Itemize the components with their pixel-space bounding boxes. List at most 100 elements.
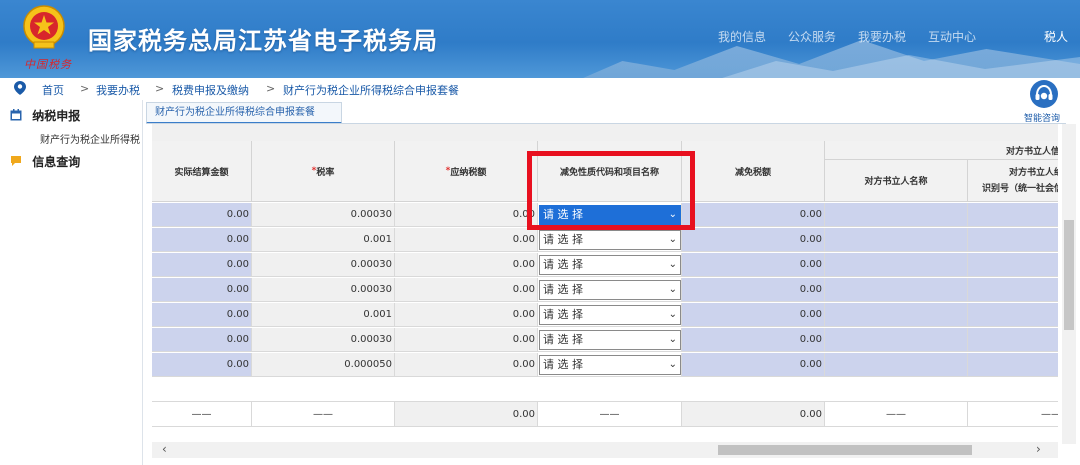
header-counterparty-name: 对方书立人名称 bbox=[825, 160, 968, 202]
rate-cell: 0.00030 bbox=[252, 328, 395, 352]
sidebar-subitem-property-tax[interactable]: 财产行为税企业所得税 bbox=[40, 131, 140, 146]
counterparty-name-cell[interactable] bbox=[825, 328, 968, 352]
header-payable-tax: * 应纳税额 bbox=[395, 141, 538, 202]
horizontal-scrollbar[interactable]: ‹ › bbox=[152, 442, 1058, 458]
scrollbar-thumb[interactable] bbox=[718, 445, 972, 455]
select-value: 请 选 择 bbox=[543, 308, 583, 321]
rate-cell: 0.00030 bbox=[252, 253, 395, 277]
counterparty-name-cell[interactable] bbox=[825, 303, 968, 327]
scrollbar-thumb[interactable] bbox=[1064, 220, 1074, 330]
chevron-down-icon: ⌄ bbox=[668, 284, 677, 295]
table-row: 0.00 0.001 0.00 请 选 择 ⌄ 0.00 bbox=[152, 303, 1058, 327]
rate-cell: 0.000050 bbox=[252, 353, 395, 377]
sidebar-item-info-query[interactable]: 信息查询 bbox=[10, 153, 80, 170]
scroll-left-icon[interactable]: ‹ bbox=[162, 442, 167, 456]
breadcrumb-declaration[interactable]: 税费申报及缴纳 bbox=[172, 82, 249, 98]
counterparty-name-cell[interactable] bbox=[825, 278, 968, 302]
exemption-code-select[interactable]: 请 选 择 ⌄ bbox=[539, 330, 681, 350]
select-value: 请 选 择 bbox=[543, 358, 583, 371]
exemption-code-select[interactable]: 请 选 择 ⌄ bbox=[539, 280, 681, 300]
select-value: 请 选 择 bbox=[543, 333, 583, 346]
sidebar: 纳税申报 财产行为税企业所得税 信息查询 bbox=[0, 100, 143, 465]
exemption-code-select[interactable]: 请 选 择 ⌄ bbox=[539, 255, 681, 275]
counterparty-name-cell[interactable] bbox=[825, 203, 968, 227]
counterparty-id-cell[interactable] bbox=[968, 353, 1058, 377]
exemption-amount-cell[interactable]: 0.00 bbox=[682, 278, 825, 302]
header-label: 税率 bbox=[316, 167, 335, 178]
chevron-down-icon: ⌄ bbox=[668, 309, 677, 320]
nav-my-info[interactable]: 我的信息 bbox=[718, 28, 766, 45]
header-settlement-amount: 实际结算金额 bbox=[152, 141, 252, 202]
tax-emblem-icon bbox=[23, 5, 65, 49]
counterparty-id-cell[interactable] bbox=[968, 303, 1058, 327]
payable-cell: 0.00 bbox=[395, 278, 538, 302]
banner-motto: 中国税务 bbox=[24, 58, 72, 71]
exemption-amount-cell[interactable]: 0.00 bbox=[682, 203, 825, 227]
breadcrumb-current: 财产行为税企业所得税综合申报套餐 bbox=[283, 84, 459, 97]
scroll-right-icon[interactable]: › bbox=[1036, 442, 1041, 456]
amount-cell[interactable]: 0.00 bbox=[152, 203, 252, 227]
breadcrumb-home[interactable]: 首页 bbox=[42, 82, 64, 98]
counterparty-id-cell[interactable] bbox=[968, 278, 1058, 302]
smart-consult-button[interactable]: 智能咨询 bbox=[1020, 80, 1070, 126]
chevron-down-icon: ⌄ bbox=[668, 359, 677, 370]
nav-do-tax[interactable]: 我要办税 bbox=[858, 28, 906, 45]
table-row: 0.00 0.00030 0.00 请 选 择 ⌄ 0.00 bbox=[152, 253, 1058, 277]
smart-consult-label: 智能咨询 bbox=[1024, 114, 1061, 124]
vertical-scrollbar[interactable] bbox=[1062, 124, 1076, 444]
total-rate-dash: —— bbox=[252, 401, 395, 427]
select-value: 请 选 择 bbox=[543, 283, 583, 296]
table-row: 0.00 0.000050 0.00 请 选 择 ⌄ 0.00 bbox=[152, 353, 1058, 377]
user-label[interactable]: 税人 bbox=[1044, 28, 1068, 45]
chevron-down-icon: ⌄ bbox=[668, 259, 677, 270]
amount-cell[interactable]: 0.00 bbox=[152, 328, 252, 352]
exemption-amount-cell[interactable]: 0.00 bbox=[682, 353, 825, 377]
select-value: 请 选 择 bbox=[543, 258, 583, 271]
breadcrumb-separator: > bbox=[80, 82, 90, 95]
total-exemption-code-dash: —— bbox=[538, 401, 682, 427]
exemption-code-select[interactable]: 请 选 择 ⌄ bbox=[539, 355, 681, 375]
exemption-amount-cell[interactable]: 0.00 bbox=[682, 228, 825, 252]
amount-cell[interactable]: 0.00 bbox=[152, 303, 252, 327]
counterparty-name-cell[interactable] bbox=[825, 228, 968, 252]
amount-cell[interactable]: 0.00 bbox=[152, 353, 252, 377]
exemption-amount-cell[interactable]: 0.00 bbox=[682, 253, 825, 277]
nav-public-service[interactable]: 公众服务 bbox=[788, 28, 836, 45]
table-row: 0.00 0.00030 0.00 请 选 择 ⌄ 0.00 bbox=[152, 278, 1058, 302]
nav-interaction[interactable]: 互动中心 bbox=[928, 28, 976, 45]
amount-cell[interactable]: 0.00 bbox=[152, 228, 252, 252]
total-payable: 0.00 bbox=[395, 401, 538, 427]
exemption-code-select[interactable]: 请 选 择 ⌄ bbox=[539, 230, 681, 250]
header-label: 对方书立人信 bbox=[1005, 146, 1058, 157]
chevron-down-icon: ⌄ bbox=[668, 334, 677, 345]
total-amount-dash: —— bbox=[152, 401, 252, 427]
header-label: 应纳税额 bbox=[450, 167, 487, 178]
amount-cell[interactable]: 0.00 bbox=[152, 278, 252, 302]
amount-cell[interactable]: 0.00 bbox=[152, 253, 252, 277]
chat-icon bbox=[11, 156, 21, 166]
site-banner: 中国税务 国家税务总局江苏省电子税务局 我的信息 公众服务 我要办税 互动中心 … bbox=[0, 0, 1080, 78]
counterparty-id-cell[interactable] bbox=[968, 328, 1058, 352]
header-tax-rate: * 税率 bbox=[252, 141, 395, 202]
counterparty-id-cell[interactable] bbox=[968, 203, 1058, 227]
exemption-code-select[interactable]: 请 选 择 ⌄ bbox=[539, 305, 681, 325]
sidebar-item-tax-declaration[interactable]: 纳税申报 bbox=[10, 107, 80, 124]
tab-property-tax-package[interactable]: 财产行为税企业所得税综合申报套餐 bbox=[146, 102, 342, 124]
total-exemption-amount: 0.00 bbox=[682, 401, 825, 427]
counterparty-name-cell[interactable] bbox=[825, 353, 968, 377]
headset-icon bbox=[1030, 80, 1058, 108]
payable-cell: 0.00 bbox=[395, 353, 538, 377]
select-value: 请 选 择 bbox=[543, 233, 583, 246]
totals-row: —— —— 0.00 —— 0.00 —— —— bbox=[152, 401, 1058, 427]
exemption-amount-cell[interactable]: 0.00 bbox=[682, 303, 825, 327]
counterparty-id-cell[interactable] bbox=[968, 228, 1058, 252]
counterparty-id-cell[interactable] bbox=[968, 253, 1058, 277]
payable-cell: 0.00 bbox=[395, 253, 538, 277]
payable-cell: 0.00 bbox=[395, 303, 538, 327]
breadcrumb-do-tax[interactable]: 我要办税 bbox=[96, 82, 140, 98]
rate-cell: 0.001 bbox=[252, 228, 395, 252]
rate-cell: 0.001 bbox=[252, 303, 395, 327]
payable-cell: 0.00 bbox=[395, 203, 538, 227]
counterparty-name-cell[interactable] bbox=[825, 253, 968, 277]
exemption-amount-cell[interactable]: 0.00 bbox=[682, 328, 825, 352]
